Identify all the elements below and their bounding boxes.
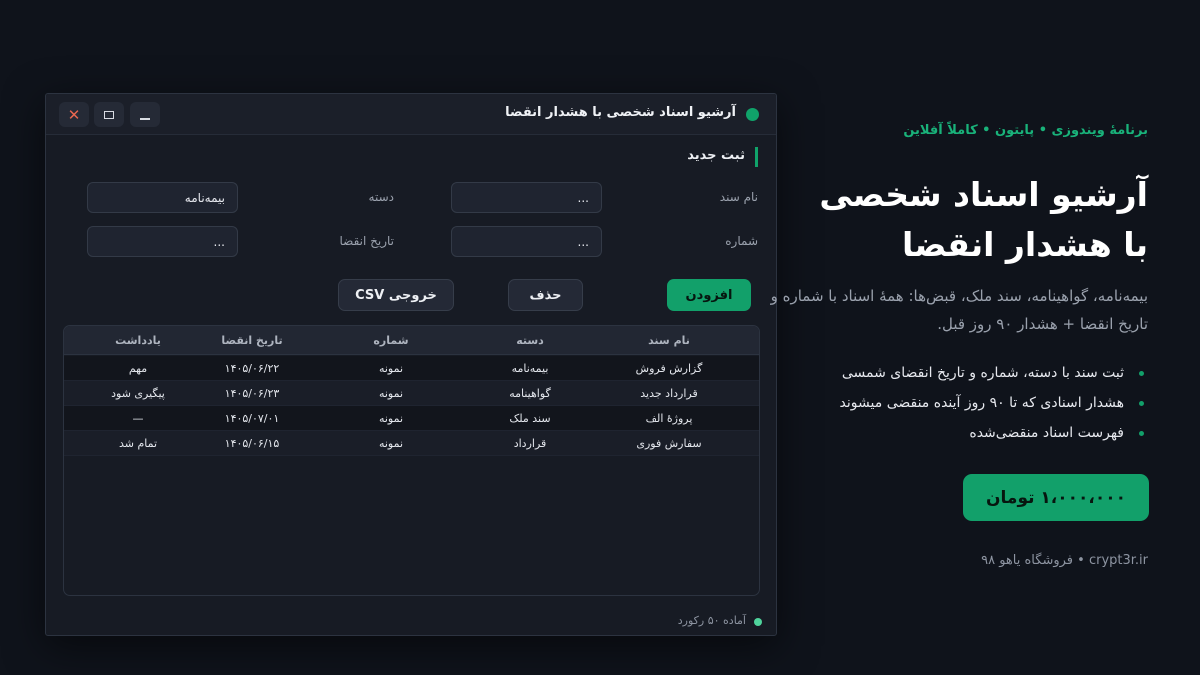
headline-line-2: با هشدار انقضا <box>902 225 1148 264</box>
cell-category: قرارداد <box>513 437 547 450</box>
bullet-icon <box>1139 431 1144 436</box>
feature-item: ثبت سند با دسته، شماره و تاریخ انقضای شم… <box>768 358 1148 388</box>
headline-line-1: آرشیو اسناد شخصی <box>819 175 1148 214</box>
window-title: آرشیو اسناد شخصی با هشدار انقضا <box>505 105 736 120</box>
documents-table[interactable]: نام سند دسته شماره تاریخ انقضا یادداشت گ… <box>63 325 760 596</box>
shop-credit[interactable]: فروشگاه یاهو ۹۸ • crypt3r.ir <box>981 553 1148 568</box>
minimize-button[interactable] <box>130 102 160 127</box>
doc-name-label: نام سند <box>719 190 758 204</box>
header-note[interactable]: یادداشت <box>68 334 208 347</box>
expiry-label: تاریخ انقضا <box>339 234 395 248</box>
cell-category: سند ملک <box>509 412 551 425</box>
cell-number: نمونه <box>378 437 404 450</box>
cell-number: نمونه <box>378 387 404 400</box>
minimize-icon <box>140 117 150 120</box>
cell-note: تمام شد <box>118 437 158 450</box>
table-row[interactable]: قرارداد جدید گواهینامه نمونه ۱۴۰۵/۰۶/۲۳ … <box>64 381 759 406</box>
price-button[interactable]: ۱،۰۰۰،۰۰۰ تومان <box>963 474 1149 521</box>
category-label: دسته <box>368 190 394 204</box>
cell-doc-name: قرارداد جدید <box>640 387 698 400</box>
number-label: شماره <box>725 234 758 248</box>
promo-headline: آرشیو اسناد شخصی با هشدار انقضا <box>768 170 1148 270</box>
table-header: نام سند دسته شماره تاریخ انقضا یادداشت <box>64 326 759 355</box>
table-row[interactable]: پروژهٔ الف سند ملک نمونه ۱۴۰۵/۰۷/۰۱ — <box>64 406 759 431</box>
header-category[interactable]: دسته <box>460 334 600 347</box>
feature-text: هشدار اسنادی که تا ۹۰ روز آینده منقضی می… <box>839 395 1124 411</box>
cell-category: بیمه‌نامه <box>511 362 549 375</box>
feature-item: هشدار اسنادی که تا ۹۰ روز آینده منقضی می… <box>768 388 1148 418</box>
table-row[interactable]: گزارش فروش بیمه‌نامه نمونه ۱۴۰۵/۰۶/۲۲ مه… <box>64 356 759 381</box>
export-csv-button[interactable]: خروجی CSV <box>338 279 454 311</box>
delete-button[interactable]: حذف <box>508 279 583 311</box>
status-text: آماده ۵۰ رکورد <box>677 614 746 627</box>
header-number[interactable]: شماره <box>321 334 461 347</box>
cell-number: نمونه <box>378 412 404 425</box>
close-button[interactable]: ✕ <box>59 102 89 127</box>
promo-description: بیمه‌نامه، گواهینامه، سند ملک، قبض‌ها: ه… <box>770 287 1148 333</box>
app-status-icon <box>746 108 759 121</box>
number-input[interactable] <box>451 226 602 257</box>
section-title: ثبت جدید <box>687 148 745 163</box>
cell-note: مهم <box>128 362 148 375</box>
feature-list: ثبت سند با دسته، شماره و تاریخ انقضای شم… <box>768 358 1148 448</box>
add-button[interactable]: افزودن <box>667 279 751 311</box>
feature-text: ثبت سند با دسته، شماره و تاریخ انقضای شم… <box>841 365 1124 381</box>
maximize-button[interactable] <box>94 102 124 127</box>
feature-text: فهرست اسناد منقضی‌شده <box>969 425 1124 441</box>
cell-doc-name: پروژهٔ الف <box>645 412 693 425</box>
status-indicator-icon <box>754 618 762 626</box>
cell-doc-name: گزارش فروش <box>635 362 703 375</box>
promo-tagline: برنامهٔ ویندوزی • پایتون • کاملاً آفلاین <box>903 123 1148 138</box>
title-bar[interactable]: آرشیو اسناد شخصی با هشدار انقضا ✕ <box>46 94 776 135</box>
bullet-icon <box>1139 401 1144 406</box>
category-input[interactable] <box>87 182 238 213</box>
cell-doc-name: سفارش فوری <box>636 437 702 450</box>
section-accent-bar <box>755 147 758 167</box>
maximize-icon <box>104 110 114 119</box>
table-row[interactable]: سفارش فوری قرارداد نمونه ۱۴۰۵/۰۶/۱۵ تمام… <box>64 431 759 456</box>
cell-number: نمونه <box>378 362 404 375</box>
cell-category: گواهینامه <box>509 387 551 400</box>
bullet-icon <box>1139 371 1144 376</box>
cell-note: — <box>132 412 144 425</box>
doc-name-input[interactable] <box>451 182 602 213</box>
header-doc-name[interactable]: نام سند <box>599 334 739 347</box>
close-icon: ✕ <box>67 105 81 124</box>
cell-note: پیگیری شود <box>111 387 165 400</box>
feature-item: فهرست اسناد منقضی‌شده <box>768 418 1148 448</box>
app-window: آرشیو اسناد شخصی با هشدار انقضا ✕ ثبت جد… <box>45 93 777 636</box>
expiry-input[interactable] <box>87 226 238 257</box>
